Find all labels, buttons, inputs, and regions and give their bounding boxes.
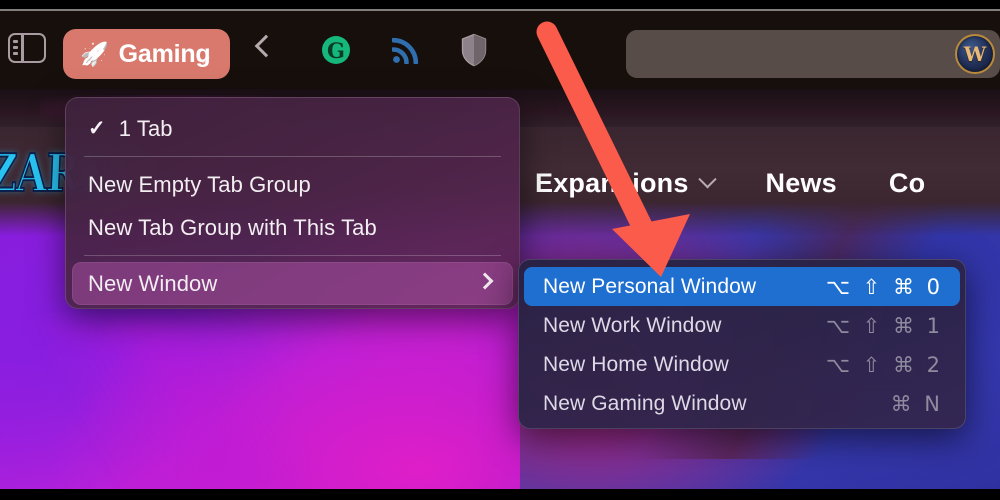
nav-link-news-label: News [765,168,837,198]
grammarly-icon[interactable]: G [322,36,350,64]
screenshot-root: ZARD Expansions News Co 🚀 Gaming G W ✓ 1… [0,0,1000,500]
sidebar-icon-line [13,46,18,49]
menu-item-new-empty-tab-group[interactable]: New Empty Tab Group [66,163,519,206]
menu-item-1-tab-label: 1 Tab [118,115,173,141]
submenu-item-new-home-window-shortcut: ⌥ ⇧ ⌘ 2 [825,352,943,377]
nav-link-expansions-label: Expansions [535,168,689,198]
window-top-edge [0,0,1000,9]
nav-link-expansions[interactable]: Expansions [535,168,717,199]
submenu-item-new-personal-window[interactable]: New Personal Window ⌥ ⇧ ⌘ 0 [524,267,960,306]
nav-link-community-label: Co [888,168,926,198]
tab-group-dropdown-menu: ✓ 1 Tab New Empty Tab Group New Tab Grou… [65,97,520,309]
submenu-item-new-work-window-shortcut: ⌥ ⇧ ⌘ 1 [825,313,943,338]
submenu-item-new-work-window-label: New Work Window [543,313,722,337]
new-window-submenu: New Personal Window ⌥ ⇧ ⌘ 0 New Work Win… [518,259,966,429]
shield-privacy-icon[interactable] [460,33,488,67]
chevron-right-icon [476,272,494,290]
background-streak [0,319,300,489]
sidebar-icon-line [13,40,18,43]
submenu-item-new-home-window-label: New Home Window [543,352,729,376]
sidebar-icon-line [13,52,18,55]
submenu-item-new-gaming-window-shortcut: ⌘ N [890,391,943,416]
menu-item-new-window[interactable]: New Window [72,262,513,305]
rss-feed-icon[interactable] [392,36,420,64]
chevron-down-icon [697,170,717,189]
grammarly-icon-letter: G [327,37,345,63]
submenu-item-new-work-window[interactable]: New Work Window ⌥ ⇧ ⌘ 1 [519,306,965,345]
submenu-item-new-gaming-window-label: New Gaming Window [543,391,747,415]
sidebar-toggle-icon[interactable] [8,32,46,63]
menu-separator [84,255,501,256]
menu-separator [84,156,501,157]
tab-group-button[interactable]: 🚀 Gaming [63,29,230,79]
submenu-item-new-personal-window-shortcut: ⌥ ⇧ ⌘ 0 [825,274,943,299]
nav-link-news[interactable]: News [766,168,837,199]
address-bar[interactable]: W [626,30,1000,78]
rocket-icon: 🚀 [80,40,109,67]
menu-item-new-empty-tab-group-label: New Empty Tab Group [88,171,311,197]
menu-item-new-tab-group-with-this-tab-label: New Tab Group with This Tab [88,214,377,240]
menu-item-new-window-label: New Window [88,270,218,296]
world-of-warcraft-favicon[interactable]: W [955,34,995,74]
submenu-item-new-home-window[interactable]: New Home Window ⌥ ⇧ ⌘ 2 [519,345,965,384]
submenu-item-new-gaming-window[interactable]: New Gaming Window ⌘ N [519,384,965,423]
sidebar-icon-divider [21,32,24,63]
site-nav-links: Expansions News Co [535,168,925,199]
nav-link-community[interactable]: Co [889,168,925,199]
submenu-item-new-personal-window-label: New Personal Window [543,274,757,298]
favicon-letter: W [963,42,987,66]
checkmark-icon: ✓ [88,117,106,140]
menu-item-new-tab-group-with-this-tab[interactable]: New Tab Group with This Tab [66,206,519,249]
page-bottom-bar [0,489,1000,500]
tab-group-label: Gaming [118,39,211,68]
menu-item-1-tab[interactable]: ✓ 1 Tab [66,107,519,150]
